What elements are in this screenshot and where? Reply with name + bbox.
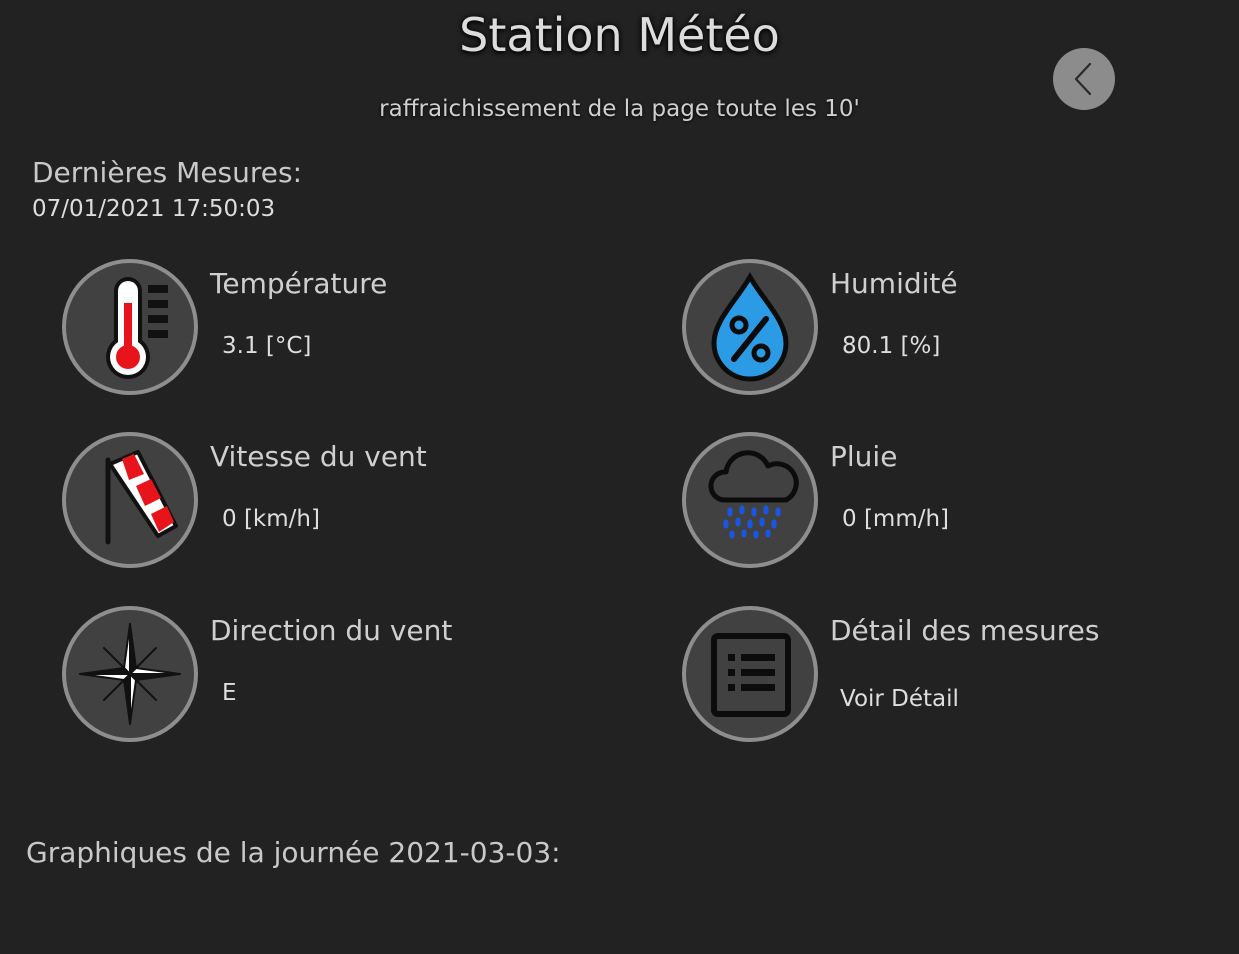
tile-wind-speed: Vitesse du vent 0 [km/h]: [62, 432, 622, 572]
humidity-value: 80.1 [%]: [842, 333, 941, 359]
windsock-icon: [105, 450, 178, 545]
rain-label: Pluie: [830, 440, 898, 473]
chevron-left-icon: [1074, 62, 1092, 96]
last-measures-label: Dernières Mesures:: [32, 156, 303, 189]
rain-cloud-icon: [708, 450, 799, 539]
wind-speed-value: 0 [km/h]: [222, 506, 320, 532]
tile-icon-circle: [62, 606, 198, 742]
compass-rose-icon: [79, 623, 181, 725]
wind-direction-label: Direction du vent: [210, 614, 453, 647]
charts-title: Graphiques de la journée 2021-03-03:: [26, 836, 561, 869]
tile-icon-circle: [682, 259, 818, 395]
tile-icon-circle: [62, 432, 198, 568]
rain-value: 0 [mm/h]: [842, 506, 950, 532]
tile-wind-direction: Direction du vent E: [62, 606, 622, 746]
wind-speed-label: Vitesse du vent: [210, 440, 427, 473]
list-document-icon: [711, 633, 791, 717]
humidity-drop-icon: [711, 272, 789, 382]
temperature-value: 3.1 [°C]: [222, 333, 312, 359]
humidity-label: Humidité: [830, 267, 958, 300]
tile-rain: Pluie 0 [mm/h]: [682, 432, 1239, 572]
tile-icon-circle: [62, 259, 198, 395]
tile-humidity: Humidité 80.1 [%]: [682, 259, 1239, 399]
tile-measures-detail: Détail des mesures Voir Détail: [682, 606, 1239, 746]
temperature-label: Température: [210, 267, 388, 300]
tile-icon-circle[interactable]: [682, 606, 818, 742]
weather-station-page: Station Météo raffraichissement de la pa…: [0, 0, 1239, 954]
back-button[interactable]: [1053, 48, 1115, 110]
measures-detail-label: Détail des mesures: [830, 614, 1100, 647]
tile-icon-circle: [682, 432, 818, 568]
last-measures-datetime: 07/01/2021 17:50:03: [32, 196, 276, 222]
thermometer-icon: [106, 277, 168, 379]
view-detail-link[interactable]: Voir Détail: [840, 686, 959, 712]
wind-direction-value: E: [222, 680, 237, 706]
tile-temperature: Température 3.1 [°C]: [62, 259, 622, 399]
